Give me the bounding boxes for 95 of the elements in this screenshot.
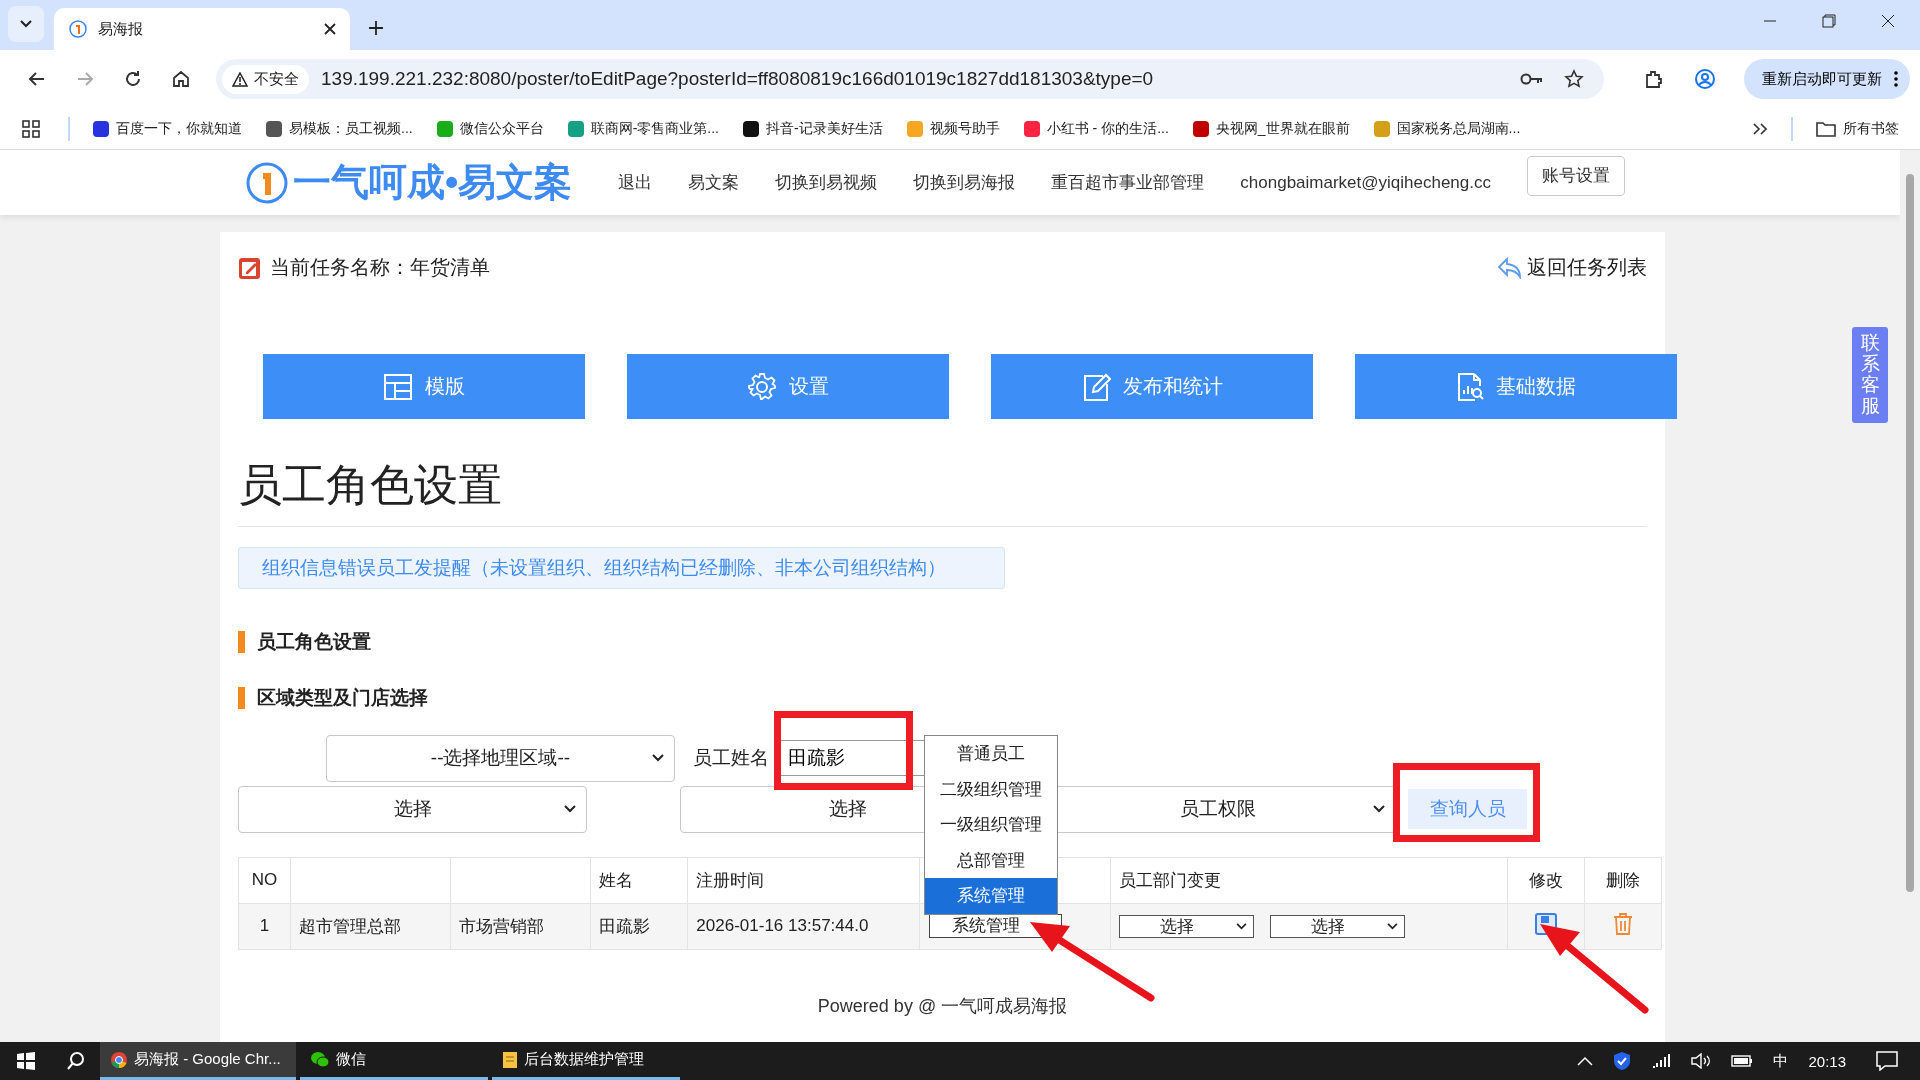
report-icon xyxy=(1456,371,1484,402)
section-marker xyxy=(238,686,245,709)
settings-icon xyxy=(747,371,777,402)
bookmark[interactable]: 微信公众平台 xyxy=(427,119,553,138)
logo-icon xyxy=(245,160,289,205)
more-icon[interactable] xyxy=(1894,71,1898,87)
table-cell: 田疏影 xyxy=(599,916,650,936)
caret-icon xyxy=(564,805,576,814)
bookmark[interactable]: 小红书 - 你的生活... xyxy=(1014,119,1178,138)
bookmark[interactable]: 国家税务总局湖南... xyxy=(1364,119,1530,138)
section-title: 区域类型及门店选择 xyxy=(257,685,428,710)
bookmark[interactable]: 视频号助手 xyxy=(897,119,1009,138)
url-text: 139.199.221.232:8080/poster/toEditPage?posterId=ff8080819c166d01019c1827dd181303&type=0 xyxy=(321,68,1154,90)
bookmark[interactable]: 央视网_世界就在眼前 xyxy=(1183,119,1359,138)
dropdown-option[interactable]: 总部管理 xyxy=(925,842,1057,878)
dropdown-option[interactable]: 系统管理 xyxy=(925,878,1057,914)
nav-link[interactable]: chongbaimarket@yiqihecheng.cc xyxy=(1240,172,1491,193)
update-button[interactable]: 重新启动即可更新 xyxy=(1744,59,1910,99)
select-dropdown[interactable]: 选择 xyxy=(238,785,587,833)
table-cell: 1 xyxy=(259,916,270,936)
chevron-icon[interactable] xyxy=(1753,122,1767,135)
clock[interactable]: 20:13 xyxy=(1808,1052,1846,1070)
column-header: 注册时间 xyxy=(696,870,765,890)
back-icon[interactable] xyxy=(28,70,46,88)
puzzle-icon[interactable] xyxy=(1644,69,1664,89)
browser-icon xyxy=(110,1050,128,1069)
caret-icon xyxy=(652,754,664,763)
bookmark[interactable]: 抖音-记录美好生活 xyxy=(734,119,892,138)
all-bookmarks-button[interactable]: 所有书签 xyxy=(1807,119,1908,138)
section-title: 员工角色设置 xyxy=(257,629,371,654)
nav-link[interactable]: 切换到易海报 xyxy=(913,171,1016,194)
page-title: 员工角色设置 xyxy=(238,459,503,511)
home-icon[interactable] xyxy=(172,70,190,88)
search-icon[interactable] xyxy=(66,1051,86,1071)
restore-icon[interactable] xyxy=(1822,14,1836,28)
caret-icon xyxy=(1236,922,1248,930)
bookmark[interactable]: 百度一下，你就知道 xyxy=(84,119,251,138)
windows-start-icon[interactable] xyxy=(16,1051,36,1071)
input-method-indicator[interactable]: 中 xyxy=(1773,1051,1789,1071)
column-header: 修改 xyxy=(1529,870,1564,890)
taskbar-app[interactable]: 微信 xyxy=(300,1042,488,1080)
nav-link[interactable]: 易文案 xyxy=(688,171,740,194)
column-header: 姓名 xyxy=(599,870,633,890)
caret-icon xyxy=(19,19,33,29)
footer-text: Powered by @ 一气呵成易海报 xyxy=(816,994,1069,1018)
edit-note-icon xyxy=(238,255,262,280)
chevron-up-icon[interactable] xyxy=(1577,1056,1594,1066)
new-tab-icon[interactable] xyxy=(368,20,384,36)
close-icon[interactable] xyxy=(1881,14,1895,28)
account-settings-button[interactable]: 账号设置 xyxy=(1527,155,1625,196)
column-header: NO xyxy=(251,870,278,890)
caret-icon xyxy=(1387,922,1399,930)
table-cell: 市场营销部 xyxy=(459,916,544,936)
bookmark[interactable]: 易模板：员工视频... xyxy=(257,119,422,138)
field-label: 员工姓名 xyxy=(693,746,769,771)
taskbar-app[interactable]: 后台数据维护管理 xyxy=(492,1042,680,1080)
layout-icon xyxy=(383,372,413,401)
column-header: 删除 xyxy=(1606,870,1641,890)
bookmark[interactable]: 联商网-零售商业第... xyxy=(558,119,728,138)
profile-icon[interactable] xyxy=(1694,68,1716,90)
table-cell: 超市管理总部 xyxy=(299,916,402,936)
key-icon[interactable] xyxy=(1520,72,1544,86)
column-header: 员工部门变更 xyxy=(1119,870,1222,890)
tab-list-button[interactable] xyxy=(8,6,44,42)
apps-grid-icon[interactable] xyxy=(22,119,40,138)
security-chip[interactable]: 不安全 xyxy=(222,64,309,94)
edit-icon xyxy=(1081,371,1111,402)
chat-icon xyxy=(310,1050,330,1069)
warning-icon xyxy=(232,71,248,87)
nav-link[interactable]: 重百超市事业部管理 xyxy=(1051,171,1205,194)
nav-link[interactable]: 退出 xyxy=(618,171,653,194)
address-bar[interactable]: 不安全 139.199.221.232:8080/poster/toEditPage?posterId=ff8080819c166d01019c1827dd181303&type=0 xyxy=(216,59,1604,99)
section-marker xyxy=(238,630,245,653)
browser-tab[interactable]: 易海报 xyxy=(54,8,350,50)
reload-icon[interactable] xyxy=(124,70,142,88)
table-cell: 2026-01-16 13:57:44.0 xyxy=(696,916,869,936)
department-select[interactable]: 选择 xyxy=(1119,914,1255,938)
close-icon[interactable] xyxy=(324,23,336,35)
region-select[interactable]: --选择地理区域-- xyxy=(326,734,675,782)
back-link[interactable]: 返回任务列表 xyxy=(1497,254,1647,281)
taskbar-app[interactable]: 易海报 - Google Chr... xyxy=(100,1042,296,1080)
task-name: 当前任务名称：年货清单 xyxy=(270,255,490,280)
folder-icon xyxy=(1816,120,1836,137)
document-icon xyxy=(502,1050,518,1069)
speaker-icon[interactable] xyxy=(1691,1053,1712,1069)
shield-icon[interactable] xyxy=(1613,1051,1632,1071)
customer-service-button[interactable]: 联系客服 xyxy=(1852,327,1888,423)
department-select[interactable]: 选择 xyxy=(1270,914,1406,938)
caret-icon xyxy=(1373,805,1385,814)
notification-icon[interactable] xyxy=(1876,1051,1898,1071)
nav-link[interactable]: 切换到易视频 xyxy=(775,171,878,194)
logo-icon xyxy=(68,19,88,39)
return-icon xyxy=(1497,256,1523,279)
star-icon[interactable] xyxy=(1564,69,1584,89)
battery-icon[interactable] xyxy=(1731,1055,1754,1067)
